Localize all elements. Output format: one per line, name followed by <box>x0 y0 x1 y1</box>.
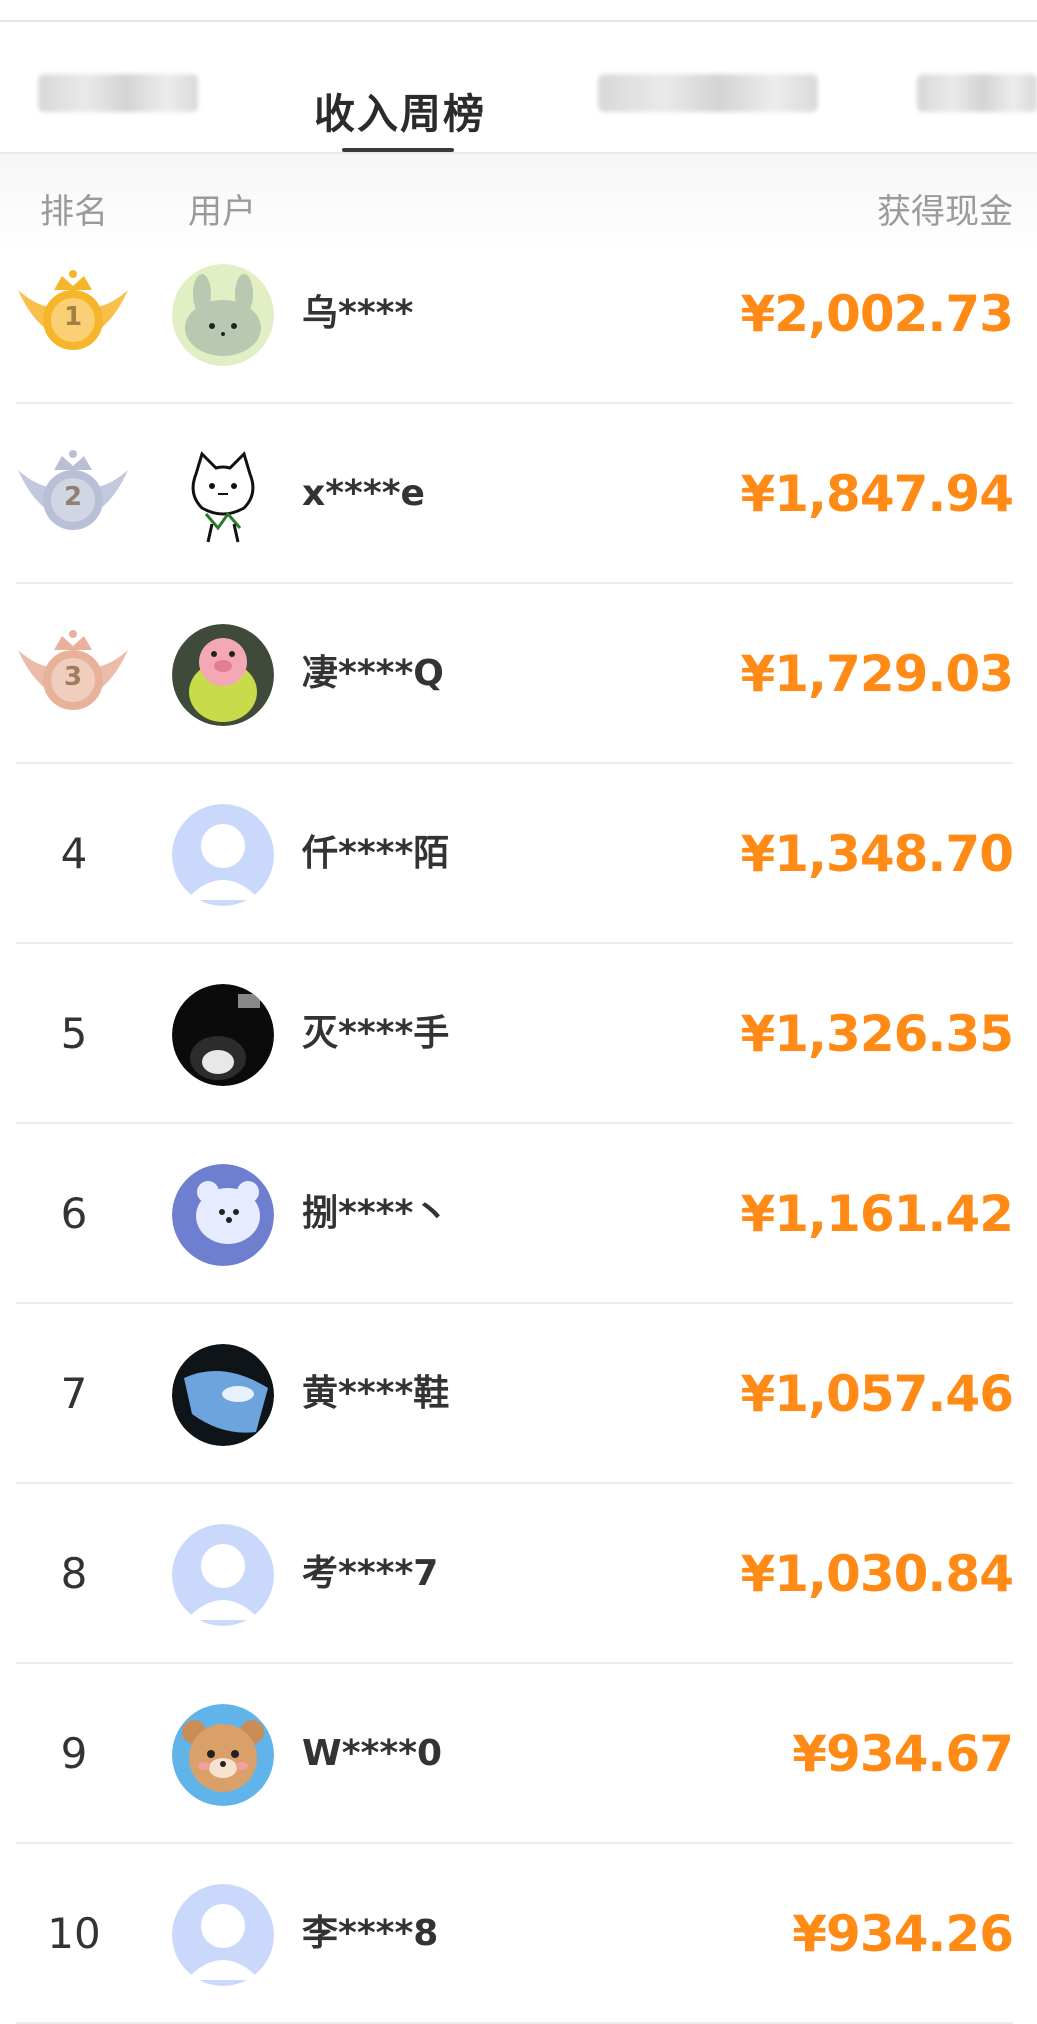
username: 凄****Q <box>302 653 444 694</box>
cash-amount: ¥1,847.94 <box>740 465 1014 523</box>
default-avatar[interactable] <box>172 1884 274 1986</box>
cat-sketch-avatar[interactable] <box>172 444 274 546</box>
username: 黄****鞋 <box>302 1373 450 1414</box>
default-avatar[interactable] <box>172 804 274 906</box>
gold-medal-icon: 1 <box>14 268 132 360</box>
dark-photo-avatar[interactable] <box>172 984 274 1086</box>
cash-amount: ¥1,161.42 <box>740 1185 1014 1243</box>
rank-number: 8 <box>60 1549 88 1598</box>
tab-blurred-3[interactable] <box>915 22 1037 152</box>
username: x****e <box>302 473 425 514</box>
rank-number: 6 <box>60 1189 88 1238</box>
rank-number: 10 <box>47 1909 101 1958</box>
leaderboard-row[interactable]: 3 凄****Q ¥1,729.03 <box>0 584 1037 764</box>
default-avatar[interactable] <box>172 1524 274 1626</box>
leaderboard-row[interactable]: 5 灭****手 ¥1,326.35 <box>0 944 1037 1124</box>
blurred-tab-label <box>917 74 1037 112</box>
cash-amount: ¥1,030.84 <box>740 1545 1014 1603</box>
tab-label: 收入周榜 <box>314 90 486 138</box>
username: W****0 <box>302 1733 443 1774</box>
tab-weekly-income[interactable]: 收入周榜 <box>300 22 500 152</box>
blurred-tab-label <box>598 74 818 112</box>
tab-blurred-1[interactable] <box>30 22 200 152</box>
bronze-medal-icon: 3 <box>14 628 132 720</box>
cash-amount: ¥1,057.46 <box>740 1365 1014 1423</box>
rank-number: 5 <box>60 1009 88 1058</box>
username: 灭****手 <box>302 1013 450 1054</box>
medal-rank-number: 3 <box>63 662 83 692</box>
cash-amount: ¥1,348.70 <box>740 825 1014 883</box>
leaderboard-row[interactable]: 6 捌****丶 ¥1,161.42 <box>0 1124 1037 1304</box>
active-tab-indicator <box>342 148 454 152</box>
silver-medal-icon: 2 <box>14 448 132 540</box>
username: 李****8 <box>302 1913 439 1954</box>
sky-window-avatar[interactable] <box>172 1344 274 1446</box>
leaderboard-row[interactable]: 4 仟****陌 ¥1,348.70 <box>0 764 1037 944</box>
username: 仟****陌 <box>302 833 450 874</box>
medal-rank-number: 2 <box>63 482 83 512</box>
rank-number: 4 <box>60 829 88 878</box>
tab-blurred-2[interactable] <box>590 22 820 152</box>
leaderboard-row[interactable]: 2 x****e ¥1,847.94 <box>0 404 1037 584</box>
leaderboard-row[interactable]: 9 W****0 ¥934.67 <box>0 1664 1037 1844</box>
rank-number: 7 <box>60 1369 88 1418</box>
leaderboard-row[interactable]: 10 李****8 ¥934.26 <box>0 1844 1037 2024</box>
blurred-tab-label <box>38 74 198 112</box>
cash-amount: ¥934.67 <box>792 1725 1014 1783</box>
cash-amount: ¥1,326.35 <box>740 1005 1014 1063</box>
leaderboard-row[interactable]: 7 黄****鞋 ¥1,057.46 <box>0 1304 1037 1484</box>
pig-avatar[interactable] <box>172 624 274 726</box>
ranking-tabs: 收入周榜 <box>0 22 1037 154</box>
cash-amount: ¥934.26 <box>792 1905 1014 1963</box>
rabbit-avatar[interactable] <box>172 264 274 366</box>
leaderboard-row[interactable]: 8 考****7 ¥1,030.84 <box>0 1484 1037 1664</box>
cloud-bear-avatar[interactable] <box>172 1164 274 1266</box>
rank-number: 9 <box>60 1729 88 1778</box>
username: 捌****丶 <box>302 1193 450 1234</box>
username: 考****7 <box>302 1553 439 1594</box>
username: 乌**** <box>302 293 414 334</box>
cash-amount: ¥1,729.03 <box>740 645 1014 703</box>
medal-rank-number: 1 <box>63 302 83 332</box>
bear-avatar[interactable] <box>172 1704 274 1806</box>
leaderboard-row[interactable]: 1 乌**** ¥2,002.73 <box>0 224 1037 404</box>
cash-amount: ¥2,002.73 <box>740 285 1014 343</box>
